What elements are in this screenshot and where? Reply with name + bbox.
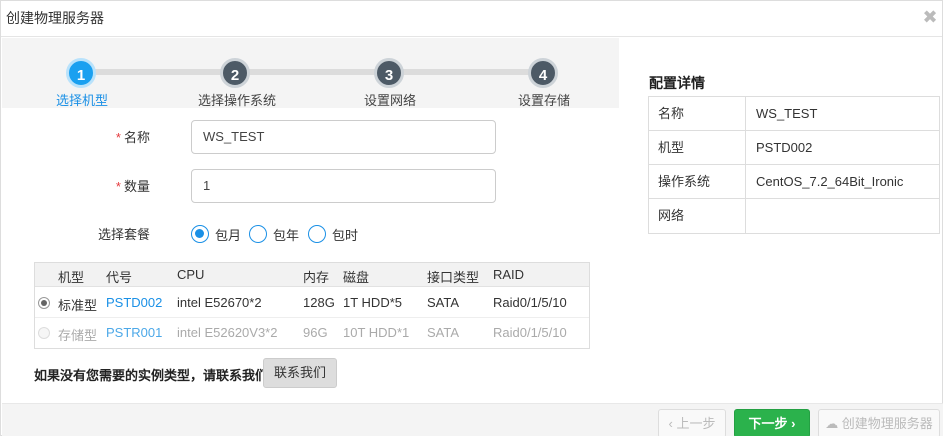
row-cpu: intel E52620V3*2 — [177, 325, 278, 340]
radio-unchecked-icon[interactable] — [308, 225, 326, 243]
dialog-title: 创建物理服务器 — [6, 10, 104, 26]
row-memory: 128G — [303, 295, 335, 310]
details-key: 机型 — [649, 131, 746, 164]
name-input[interactable]: WS_TEST — [191, 120, 496, 154]
step-connector — [82, 69, 236, 75]
col-interface: 接口类型 — [427, 270, 480, 285]
step-3-circle[interactable]: 3 — [374, 58, 404, 88]
details-row: 名称 WS_TEST — [649, 97, 939, 131]
plan-monthly-radio[interactable]: 包月 — [191, 224, 241, 244]
close-icon[interactable]: ✖ — [922, 8, 938, 26]
contact-us-button[interactable]: 联系我们 — [263, 358, 337, 388]
plan-yearly-radio[interactable]: 包年 — [249, 224, 299, 244]
radio-checked-icon[interactable] — [191, 225, 209, 243]
step-1-circle[interactable]: 1 — [66, 58, 96, 88]
plan-yearly-label: 包年 — [273, 227, 300, 243]
col-type: 机型 — [58, 270, 85, 285]
step-1-label[interactable]: 选择机型 — [56, 90, 108, 109]
required-mark: * — [115, 130, 121, 145]
row-select-radio-icon — [38, 327, 50, 339]
details-key: 名称 — [649, 97, 746, 130]
next-step-button[interactable]: 下一步 › — [734, 409, 810, 436]
plan-monthly-label: 包月 — [215, 227, 242, 243]
count-input[interactable]: 1 — [191, 169, 496, 203]
row-raid: Raid0/1/5/10 — [493, 325, 567, 340]
details-value: CentOS_7.2_64Bit_Ironic — [756, 174, 904, 189]
details-title: 配置详情 — [649, 75, 705, 91]
step-4-circle[interactable]: 4 — [528, 58, 558, 88]
row-disk: 1T HDD*5 — [343, 295, 403, 310]
wizard-steps: 1 2 3 4 选择机型 选择操作系统 设置网络 设置存储 — [2, 38, 619, 108]
name-label-text: 名称 — [123, 130, 150, 145]
plan-label: 选择套餐 — [97, 227, 150, 242]
step-2-label[interactable]: 选择操作系统 — [198, 90, 276, 109]
row-raid: Raid0/1/5/10 — [493, 295, 567, 310]
details-key: 操作系统 — [649, 165, 746, 198]
details-value: WS_TEST — [756, 106, 818, 121]
details-row: 操作系统 CentOS_7.2_64Bit_Ironic — [649, 165, 939, 199]
dialog-titlebar: 创建物理服务器 ✖ — [1, 1, 942, 37]
details-row: 网络 — [649, 199, 939, 233]
col-code: 代号 — [106, 270, 133, 285]
col-raid: RAID — [493, 267, 525, 282]
col-disk: 磁盘 — [343, 270, 370, 285]
step-2-circle[interactable]: 2 — [220, 58, 250, 88]
row-code[interactable]: PSTR001 — [106, 325, 162, 340]
col-cpu: CPU — [177, 267, 205, 282]
details-value: PSTD002 — [756, 140, 813, 155]
row-type: 存储型 — [58, 328, 98, 343]
count-label: * 数量 — [112, 176, 150, 195]
row-interface: SATA — [427, 325, 460, 340]
row-type: 标准型 — [58, 298, 98, 313]
radio-unchecked-icon[interactable] — [249, 225, 267, 243]
count-label-text: 数量 — [123, 179, 150, 194]
instance-type-table: 机型 代号 CPU 内存 磁盘 接口类型 RAID 标准型 PSTD002 in… — [34, 262, 590, 349]
details-row: 机型 PSTD002 — [649, 131, 939, 165]
details-key: 网络 — [649, 199, 746, 233]
col-memory: 内存 — [303, 270, 330, 285]
row-select-radio-icon[interactable] — [38, 297, 50, 309]
step-4-label[interactable]: 设置存储 — [518, 90, 570, 109]
create-server-button[interactable]: ☁ 创建物理服务器 — [818, 409, 940, 436]
required-mark: * — [115, 179, 121, 194]
step-3-label[interactable]: 设置网络 — [364, 90, 416, 109]
row-disk: 10T HDD*1 — [343, 325, 410, 340]
name-label: * 名称 — [112, 127, 150, 146]
plan-hourly-radio[interactable]: 包时 — [308, 224, 358, 244]
table-row[interactable]: 标准型 PSTD002 intel E52670*2 128G 1T HDD*5… — [35, 288, 589, 318]
prev-step-button[interactable]: ‹ 上一步 — [658, 409, 726, 436]
row-memory: 96G — [303, 325, 328, 340]
dialog-footer: ‹ 上一步 下一步 › ☁ 创建物理服务器 — [2, 403, 943, 436]
create-server-dialog: 创建物理服务器 ✖ 1 2 3 4 选择机型 选择操作系统 设置网络 设置存储 … — [0, 0, 943, 436]
step-connector — [390, 69, 544, 75]
row-cpu: intel E52670*2 — [177, 295, 262, 310]
table-header: 机型 代号 CPU 内存 磁盘 接口类型 RAID — [35, 263, 589, 287]
step-connector — [236, 69, 390, 75]
details-table: 名称 WS_TEST 机型 PSTD002 操作系统 CentOS_7.2_64… — [648, 96, 940, 234]
wizard-main-panel: 1 2 3 4 选择机型 选择操作系统 设置网络 设置存储 * 名称 WS_TES… — [2, 38, 619, 403]
row-interface: SATA — [427, 295, 460, 310]
table-row: 存储型 PSTR001 intel E52620V3*2 96G 10T HDD… — [35, 318, 589, 348]
row-code[interactable]: PSTD002 — [106, 295, 162, 310]
contact-hint: 如果没有您需要的实例类型，请联系我们! — [34, 368, 273, 383]
config-details-panel: 配置详情 名称 WS_TEST 机型 PSTD002 操作系统 CentOS_7… — [619, 38, 942, 403]
plan-hourly-label: 包时 — [332, 227, 359, 243]
